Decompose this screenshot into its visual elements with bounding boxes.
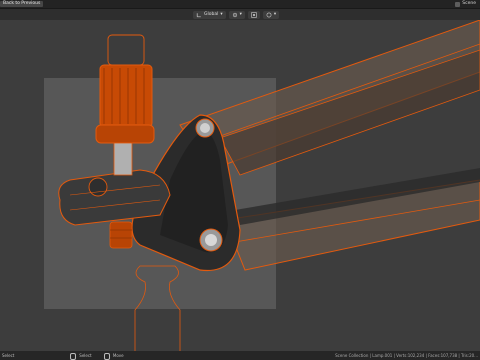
move-hint-label: Move [112, 353, 124, 358]
viewport-canvas[interactable] [0, 20, 480, 351]
back-to-previous-button[interactable]: Back to Previous [0, 1, 44, 7]
chevron-down-icon: ▾ [220, 11, 223, 17]
scene-icon [455, 1, 461, 7]
transform-tools: Global ▾ ▾ ▾ [193, 10, 280, 19]
mouse-left-icon [70, 352, 76, 360]
3d-viewport[interactable] [0, 20, 480, 351]
status-bar: Select Select Move Scene Collection | La… [0, 351, 480, 360]
pivot-dropdown[interactable]: ▾ [228, 10, 245, 19]
scene-stats: Scene Collection | Lamp.001 | Verts:102,… [335, 353, 478, 358]
axis-icon [196, 12, 201, 17]
scene-selector[interactable]: Scene [455, 1, 476, 7]
snap-icon [251, 11, 257, 18]
proportional-edit-toggle[interactable]: ▾ [262, 10, 280, 19]
move-hint: Move [103, 351, 124, 360]
orientation-dropdown[interactable]: Global ▾ [193, 10, 226, 19]
top-bar: Back to Previous Scene [0, 0, 480, 9]
pivot-icon [232, 12, 237, 17]
status-left-label: Select [2, 353, 15, 358]
status-hints: Select Move [70, 351, 124, 360]
orientation-label: Global [204, 11, 219, 17]
chevron-down-icon: ▾ [239, 11, 242, 17]
scene-label: Scene [462, 1, 476, 6]
proportional-icon [266, 12, 272, 17]
snap-toggle[interactable] [247, 10, 260, 19]
mouse-middle-icon [103, 352, 110, 360]
select-hint: Select [70, 351, 92, 360]
select-hint-label: Select [79, 353, 92, 358]
lower-screw [109, 221, 133, 249]
viewport-header: Global ▾ ▾ ▾ [0, 9, 480, 20]
chevron-down-icon: ▾ [273, 11, 277, 17]
